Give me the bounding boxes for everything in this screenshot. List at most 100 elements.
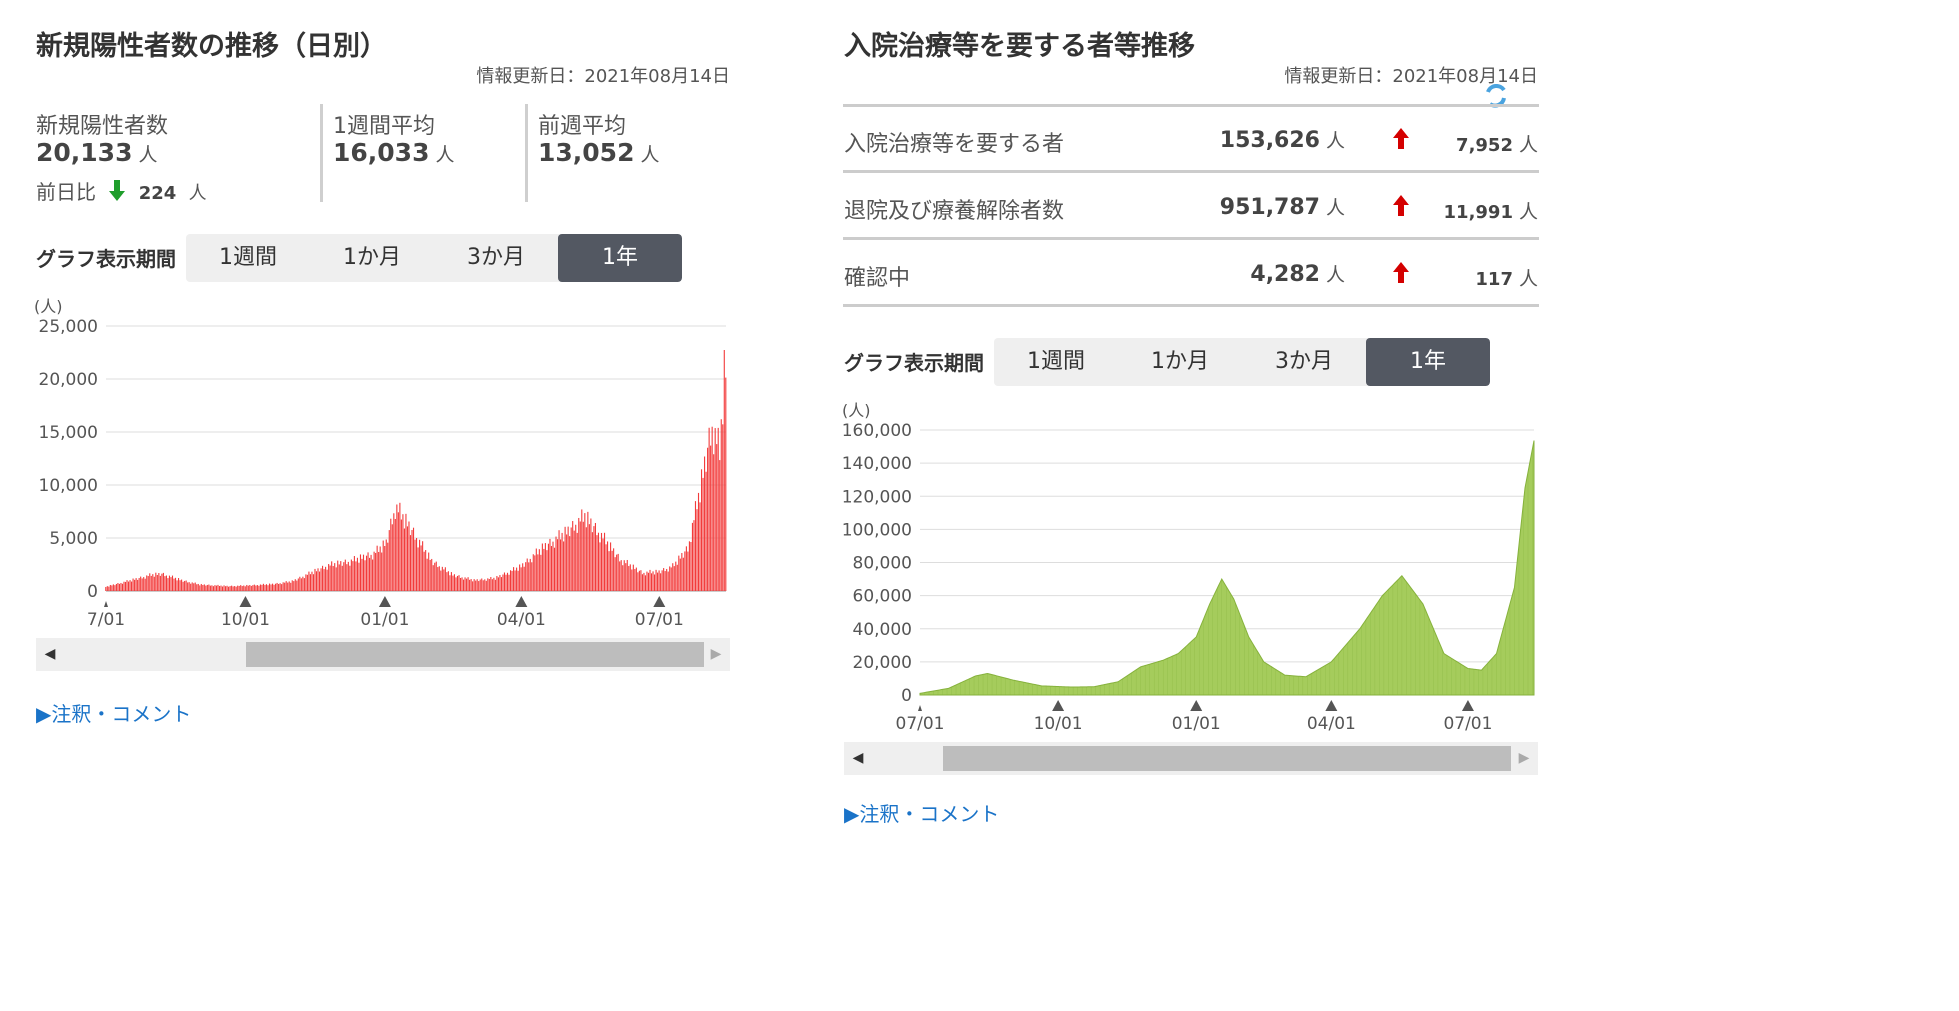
x-tick-label: 10/01 — [1034, 714, 1083, 734]
unit-label: 人 — [1325, 197, 1345, 219]
x-tick-label: 07/01 — [896, 714, 945, 734]
x-tick-marker-icon — [918, 705, 922, 711]
bar — [717, 427, 719, 591]
bar — [105, 586, 107, 591]
period-1week-button[interactable]: 1週間 — [994, 338, 1118, 386]
bar — [419, 539, 421, 591]
bar — [299, 576, 301, 591]
bar — [708, 427, 710, 591]
bar — [353, 556, 355, 591]
bar — [644, 575, 647, 591]
bar — [625, 563, 627, 591]
bar — [638, 570, 640, 591]
bar — [631, 569, 633, 591]
bar — [255, 585, 257, 591]
bar — [691, 522, 694, 591]
bar — [138, 578, 140, 591]
chart-scrollbar[interactable]: ◀ ▶ — [844, 742, 1538, 775]
bar — [173, 578, 175, 591]
bar — [252, 585, 254, 591]
confirming-change-number: 117 — [1475, 269, 1513, 290]
bar — [694, 501, 697, 591]
period-3month-button[interactable]: 3か月 — [434, 234, 558, 282]
bar — [670, 567, 672, 591]
scroll-thumb[interactable] — [246, 642, 704, 667]
bar — [660, 573, 662, 591]
scroll-right-arrow-icon[interactable]: ▶ — [1510, 742, 1538, 775]
period-3month-button[interactable]: 3か月 — [1242, 338, 1366, 386]
bar — [456, 575, 459, 591]
bar — [278, 583, 280, 591]
unit-label: 人 — [138, 144, 158, 166]
bar — [719, 460, 721, 591]
bar — [506, 572, 509, 591]
bar — [514, 570, 516, 591]
bar — [649, 569, 651, 591]
bar — [237, 585, 239, 591]
bar — [373, 551, 375, 591]
bar — [722, 424, 724, 591]
discharged-number: 951,787 — [1219, 195, 1320, 220]
bar — [543, 548, 545, 591]
bar — [361, 558, 363, 591]
unit-label: 人 — [1325, 130, 1345, 152]
bar — [423, 551, 425, 591]
bar — [193, 583, 195, 591]
bar — [529, 558, 531, 591]
bar — [288, 581, 290, 591]
notes-link[interactable]: ▶注釈・コメント — [36, 698, 191, 727]
day-diff-label: 前日比 — [36, 180, 96, 204]
bar — [450, 572, 452, 591]
period-1week-button[interactable]: 1週間 — [186, 234, 310, 282]
bar — [334, 563, 336, 591]
bar — [205, 585, 207, 591]
bar — [603, 532, 606, 591]
period-1month-button[interactable]: 1か月 — [1118, 338, 1242, 386]
y-tick-label: 20,000 — [39, 370, 98, 390]
bar — [679, 558, 681, 591]
period-1year-button[interactable]: 1年 — [1366, 338, 1490, 386]
bar — [682, 557, 684, 591]
bar — [499, 575, 501, 591]
new-cases-chart: (人) 0 5,000 10,000 15,000 20,000 25,000 7/01 10/… — [34, 297, 727, 630]
divider — [843, 304, 1539, 307]
notes-link[interactable]: ▶注釈・コメント — [844, 798, 999, 827]
bar — [466, 578, 468, 591]
bar — [127, 581, 130, 591]
new-cases-label: 新規陽性者数 — [36, 114, 169, 139]
divider — [525, 104, 528, 202]
x-tick-marker-icon — [239, 596, 252, 607]
bar — [513, 567, 515, 591]
bar — [194, 582, 196, 591]
bar — [326, 569, 328, 591]
bar — [144, 578, 146, 591]
bar — [372, 559, 374, 591]
bar — [576, 532, 578, 591]
bar — [478, 581, 480, 591]
scroll-right-arrow-icon[interactable]: ▶ — [702, 638, 730, 671]
y-tick-label: 5,000 — [49, 529, 98, 549]
chart-scrollbar[interactable]: ◀ ▶ — [36, 638, 730, 671]
unit-label: 人 — [435, 144, 455, 166]
period-1year-button[interactable]: 1年 — [558, 234, 682, 282]
bar — [340, 561, 342, 591]
bar — [697, 492, 700, 591]
scroll-left-arrow-icon[interactable]: ◀ — [844, 742, 872, 775]
hospitalization-chart: (人) 0 20,000 40,000 60,000 80,000 100,000 120,0… — [842, 401, 1535, 734]
bar — [605, 544, 607, 591]
discharged-value: 951,787 人 — [1180, 193, 1345, 220]
bar — [476, 579, 478, 591]
scroll-thumb[interactable] — [943, 746, 1511, 771]
y-tick-label: 15,000 — [39, 423, 98, 443]
scroll-left-arrow-icon[interactable]: ◀ — [36, 638, 64, 671]
bar — [544, 543, 546, 591]
bar — [243, 585, 245, 591]
period-1month-button[interactable]: 1か月 — [310, 234, 434, 282]
y-tick-label: 25,000 — [39, 317, 98, 337]
bar — [325, 566, 327, 591]
x-tick-label: 10/01 — [221, 610, 270, 630]
bar — [305, 574, 307, 591]
bar — [429, 559, 431, 591]
arrow-down-icon — [109, 180, 126, 201]
bar — [558, 530, 560, 591]
